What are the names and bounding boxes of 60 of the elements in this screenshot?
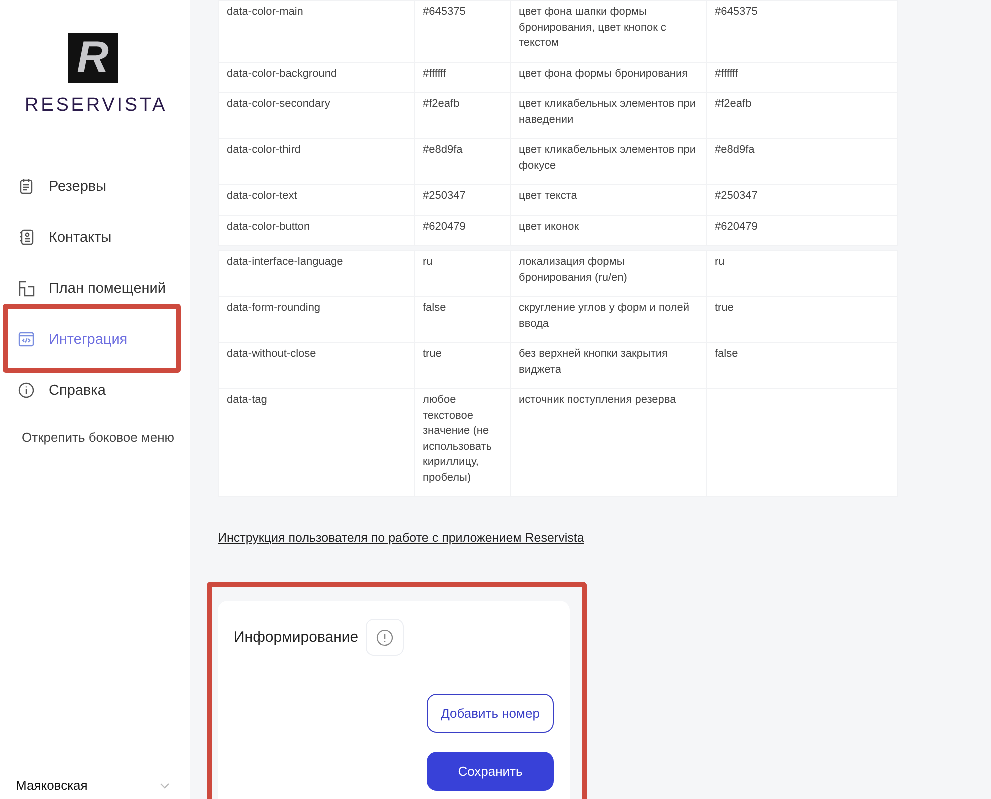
table-cell: #645375	[706, 0, 898, 62]
table-cell: #250347	[706, 184, 898, 215]
table-cell: #ffffff	[414, 62, 510, 92]
table-cell: цвет иконок	[510, 215, 706, 246]
table-cell: false	[414, 296, 510, 342]
location-name: Маяковская	[16, 778, 88, 793]
table-cell: #250347	[414, 184, 510, 215]
table-cell: цвет кликабельных элементов при наведении	[510, 92, 706, 138]
table-cell: data-color-button	[218, 215, 414, 246]
floor-plan-icon	[18, 280, 35, 297]
table-cell: data-color-text	[218, 184, 414, 215]
nav-item[interactable]: Интеграция	[0, 314, 190, 365]
card-title: Информирование	[234, 629, 359, 646]
brand-name: RESERVISTA	[25, 95, 169, 117]
unpin-menu-link[interactable]: Открепить боковое меню	[22, 430, 190, 445]
table-cell: ru	[414, 250, 510, 296]
table-cell: data-without-close	[218, 342, 414, 388]
table-cell: #620479	[414, 215, 510, 246]
chevron-down-icon[interactable]	[160, 782, 170, 788]
table-cell: data-color-secondary	[218, 92, 414, 138]
table-cell: data-color-third	[218, 138, 414, 184]
table-cell: ru	[706, 250, 898, 296]
table-cell: локализация формы бронирования (ru/en)	[510, 250, 706, 296]
table-cell: скругление углов у форм и полей ввода	[510, 296, 706, 342]
nav-item[interactable]: Резервы	[0, 161, 190, 212]
contact-list-icon	[18, 229, 35, 246]
table-cell: data-tag	[218, 388, 414, 496]
table-cell: #f2eafb	[414, 92, 510, 138]
table-cell: цвет фона шапки формы бронирования, цвет кнопок с текстом	[510, 0, 706, 62]
table-cell: true	[414, 342, 510, 388]
table-cell: #e8d9fa	[414, 138, 510, 184]
info-button[interactable]	[366, 619, 404, 656]
table-cell: data-interface-language	[218, 250, 414, 296]
table-cell: цвет текста	[510, 184, 706, 215]
logo-icon: R	[68, 33, 118, 83]
nav-item[interactable]: Справка	[0, 365, 190, 416]
save-button[interactable]: Сохранить	[427, 752, 554, 791]
table-cell: data-color-background	[218, 62, 414, 92]
manual-link[interactable]: Инструкция пользователя по работе с приложением Reservista	[218, 531, 584, 545]
table-cell: любое текстовое значение (не использовать кириллицу, пробелы)	[414, 388, 510, 496]
table-cell: цвет кликабельных элементов при фокусе	[510, 138, 706, 184]
table-cell: data-form-rounding	[218, 296, 414, 342]
table-cell: #f2eafb	[706, 92, 898, 138]
nav-item[interactable]: План помещений	[0, 263, 190, 314]
table-cell: источник поступления резерва	[510, 388, 706, 496]
table-cell: #645375	[414, 0, 510, 62]
list-icon	[18, 178, 35, 195]
warning-icon	[376, 628, 394, 646]
table-cell: цвет фона формы бронирования	[510, 62, 706, 92]
table-cell: false	[706, 342, 898, 388]
table-cell: data-color-main	[218, 0, 414, 62]
code-window-icon	[18, 331, 35, 348]
table-cell: #620479	[706, 215, 898, 246]
table-cell: true	[706, 296, 898, 342]
add-number-button[interactable]: Добавить номер	[427, 694, 554, 733]
nav-item[interactable]: Контакты	[0, 212, 190, 263]
table-cell: #ffffff	[706, 62, 898, 92]
table-cell: #e8d9fa	[706, 138, 898, 184]
info-icon	[18, 382, 35, 399]
table-cell: без верхней кнопки закрытия виджета	[510, 342, 706, 388]
